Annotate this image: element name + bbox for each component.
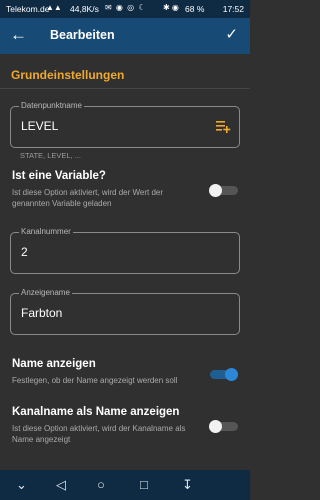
check-icon[interactable]: ✓ (225, 26, 238, 44)
datapoint-name-value[interactable]: LEVEL (21, 119, 58, 133)
toggle-knob (225, 368, 238, 381)
arrow-left-icon[interactable]: ← (10, 25, 27, 45)
show-name-title: Name anzeigen (12, 358, 96, 370)
carrier-label: Telekom.de (6, 4, 50, 14)
circle-icon[interactable]: ○ (97, 477, 105, 493)
display-name-label: Anzeigename (19, 288, 72, 297)
notification-icons: ✉ ◉ ◎ ☾ (105, 3, 147, 12)
channel-as-name-toggle[interactable] (209, 420, 238, 433)
clock: 17:52 (222, 4, 244, 14)
toggle-knob (209, 420, 222, 433)
triangle-left-icon[interactable]: ◁ (56, 477, 66, 493)
app-bar: ← Bearbeiten ✓ (0, 18, 250, 54)
setting-is-variable[interactable]: Ist eine Variable? Ist diese Option akti… (0, 170, 250, 214)
setting-show-name[interactable]: Name anzeigen Festlegen, ob der Name ang… (0, 358, 250, 390)
signal-icon: ▲▲ (46, 3, 62, 12)
settings-content: Grundeinstellungen Datenpunktname LEVEL … (0, 54, 250, 470)
channel-number-field[interactable]: Kanalnummer 2 (10, 227, 240, 274)
show-name-toggle[interactable] (210, 368, 238, 381)
datapoint-name-label: Datenpunktname (19, 101, 84, 110)
show-name-description: Festlegen, ob der Name angezeigt werden … (12, 376, 178, 385)
section-header: Grundeinstellungen (0, 62, 250, 89)
toggle-knob (209, 184, 222, 197)
channel-as-name-title: Kanalname als Name anzeigen (12, 406, 180, 418)
chevron-down-icon[interactable]: ⌄ (16, 477, 27, 493)
battery-level: 68 % (185, 4, 205, 14)
status-bar: Telekom.de ▲▲ 44,8K/s ✉ ◉ ◎ ☾ ✱ ◉ 68 % 1… (0, 0, 250, 18)
channel-as-name-description: Ist diese Option aktiviert, wird der Kan… (12, 424, 186, 444)
is-variable-title: Ist eine Variable? (12, 170, 106, 182)
display-name-value[interactable]: Farbton (21, 306, 62, 320)
display-name-field[interactable]: Anzeigename Farbton (10, 288, 240, 335)
datapoint-name-field[interactable]: Datenpunktname LEVEL (10, 101, 240, 148)
system-icons: ✱ ◉ (163, 3, 179, 12)
channel-number-value[interactable]: 2 (21, 245, 28, 259)
section-title: Grundeinstellungen (11, 68, 125, 82)
playlist-add-icon[interactable] (215, 117, 231, 135)
data-rate: 44,8K/s (70, 4, 99, 14)
page-title: Bearbeiten (50, 28, 115, 42)
channel-number-label: Kanalnummer (19, 227, 73, 236)
setting-channel-as-name[interactable]: Kanalname als Name anzeigen Ist diese Op… (0, 406, 250, 450)
pull-down-icon[interactable]: ↧ (182, 477, 193, 493)
is-variable-description: Ist diese Option aktiviert, wird der Wer… (12, 188, 164, 208)
system-nav-bar: ⌄ ◁ ○ □ ↧ (0, 470, 250, 500)
square-icon[interactable]: □ (140, 477, 148, 493)
is-variable-toggle[interactable] (209, 184, 238, 197)
datapoint-hint: STATE, LEVEL, ... (20, 151, 81, 160)
